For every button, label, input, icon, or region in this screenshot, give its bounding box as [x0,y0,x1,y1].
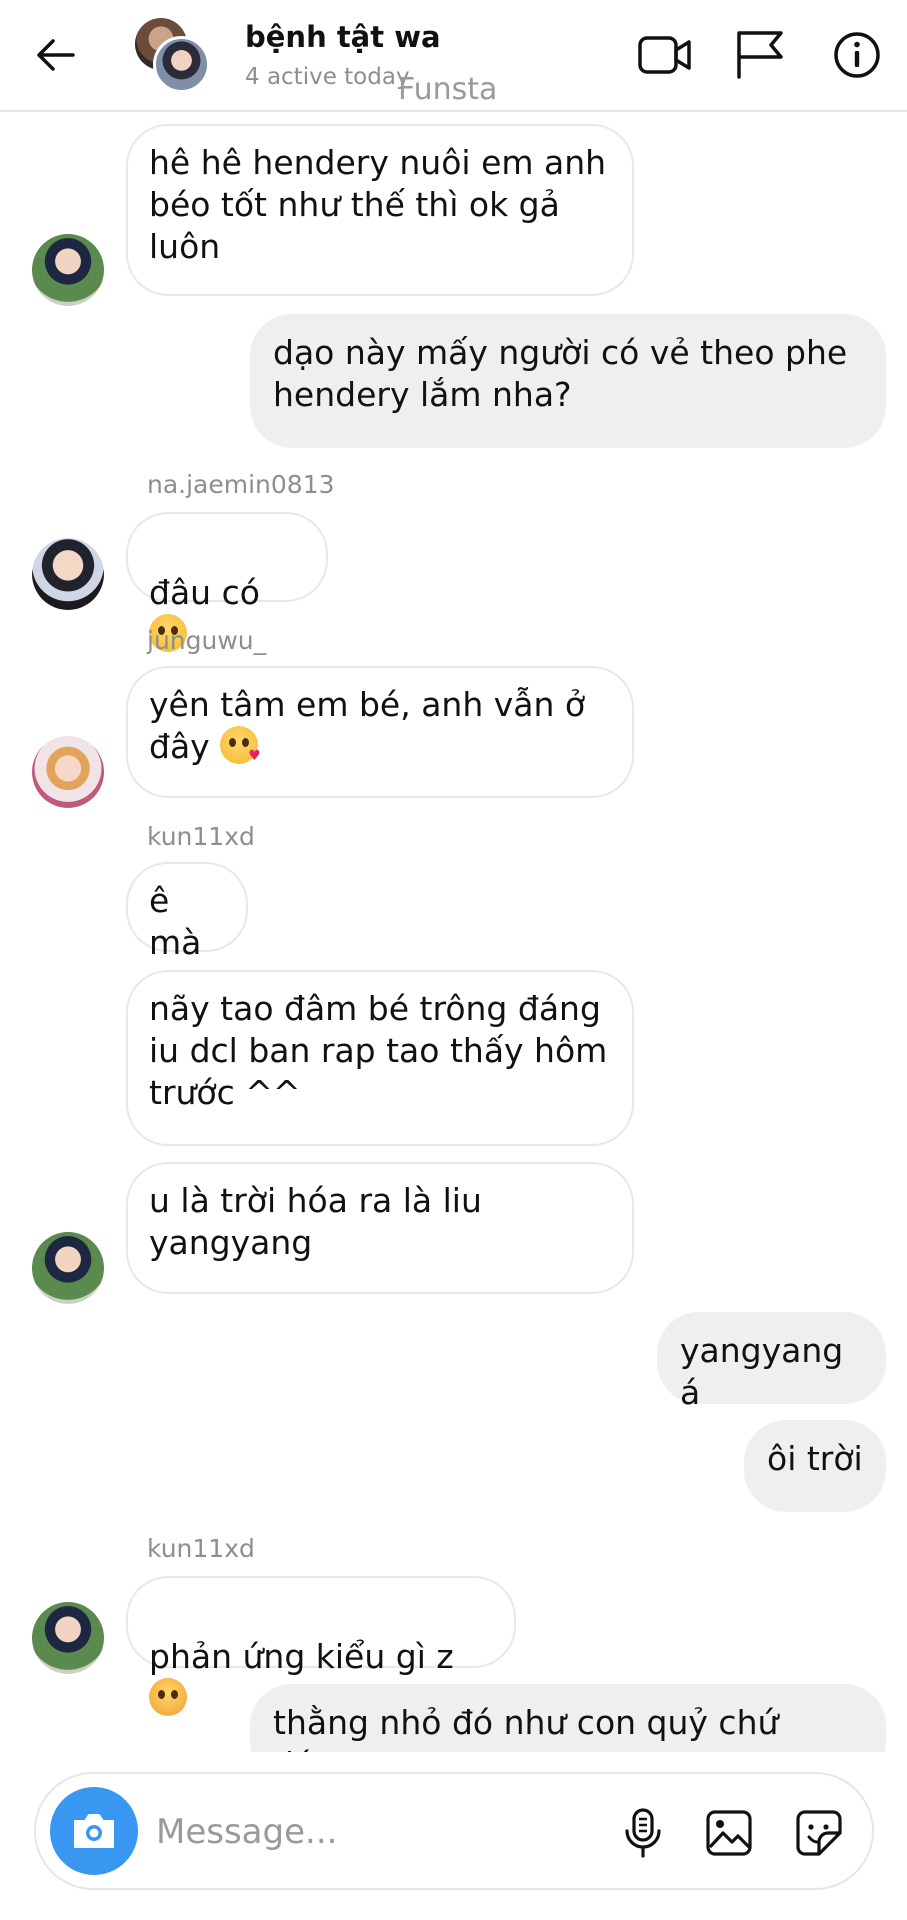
voice-message-button[interactable] [614,1804,672,1862]
message-bubble-incoming[interactable]: hê hê hendery nuôi em anh béo tốt như th… [126,124,634,296]
message-text: đâu có [149,573,260,612]
gallery-button[interactable] [700,1804,758,1862]
sender-avatar[interactable] [32,538,104,610]
camera-button[interactable] [50,1787,138,1875]
sender-avatar[interactable] [32,234,104,306]
message-text-line: yên tâm em bé, anh vẫn ở [149,685,586,724]
sender-name: kun11xd [147,1534,255,1563]
message-input[interactable] [156,1804,516,1860]
gallery-icon [706,1810,752,1856]
message-bubble-incoming[interactable]: nãy tao đâm bé trông đáng iu dcl ban rap… [126,970,634,1146]
sender-name: na.jaemin0813 [147,470,335,499]
message-bubble-incoming[interactable]: đâu có [126,512,328,652]
sender-name: junguwu_ [147,626,267,655]
sender-avatar[interactable] [32,736,104,808]
message-composer [34,1772,874,1890]
camera-icon [74,1814,114,1848]
sender-name: kun11xd [147,822,255,851]
message-bubble-outgoing[interactable]: thằng nhỏ đó như con quỷ chứ đáng [250,1684,886,1752]
microphone-icon [625,1808,661,1858]
sender-avatar[interactable] [32,1232,104,1304]
message-text: phản ứng kiểu gì z [149,1637,454,1676]
message-text-line: đây [149,727,210,766]
message-bubble-incoming[interactable]: phản ứng kiểu gì z [126,1576,516,1716]
message-bubble-incoming[interactable]: ê mà [126,862,248,962]
message-bubble-outgoing[interactable]: dạo này mấy người có vẻ theo phe hendery… [250,314,886,448]
kissing-face-emoji-icon: ♥ [220,726,261,764]
message-bubble-outgoing[interactable]: ôi trời [744,1420,886,1512]
message-clip: thằng nhỏ đó như con quỷ chứ đáng [0,1680,907,1752]
message-thread: hê hê hendery nuôi em anh béo tốt như th… [0,0,907,1760]
message-bubble-incoming[interactable]: u là trời hóa ra là liu yangyang [126,1162,634,1294]
sticker-button[interactable] [790,1804,848,1862]
message-bubble-outgoing[interactable]: yangyang á [657,1312,886,1412]
message-bubble-incoming[interactable]: yên tâm em bé, anh vẫn ở đây ♥ [126,666,634,798]
sticker-icon [796,1810,842,1856]
sender-avatar[interactable] [32,1602,104,1674]
